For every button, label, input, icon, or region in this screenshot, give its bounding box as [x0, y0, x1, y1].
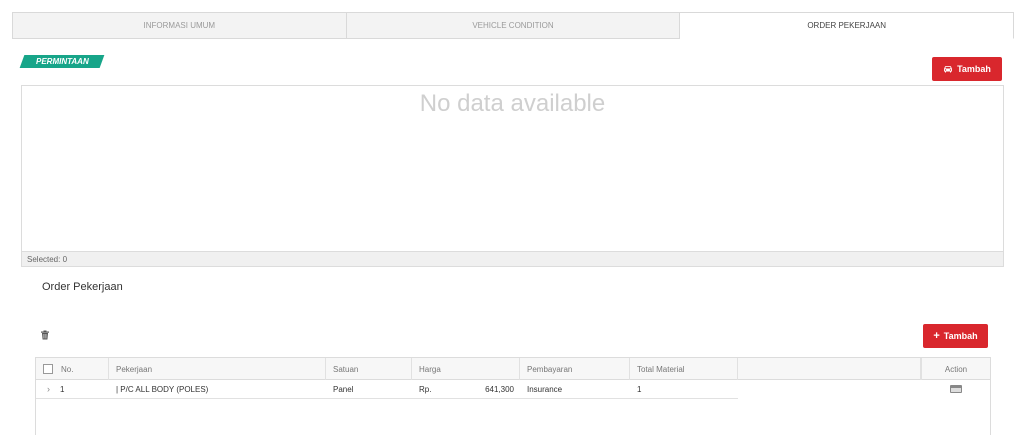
order-pekerjaan-title: Order Pekerjaan	[42, 281, 123, 293]
tab-bar: INFORMASI UMUM VEHICLE CONDITION ORDER P…	[12, 12, 1015, 39]
header-spacer	[738, 358, 921, 380]
header-total-material[interactable]: Total Material	[630, 358, 738, 380]
add-permintaan-button[interactable]: Tambah	[932, 57, 1002, 81]
selected-count: Selected: 0	[22, 251, 1003, 266]
no-data-message: No data available	[419, 90, 606, 117]
header-no-label: No.	[61, 364, 74, 374]
order-grid-header: No. Pekerjaan Satuan Harga Pembayaran To…	[36, 358, 990, 380]
select-all-checkbox[interactable]	[43, 364, 53, 374]
permintaan-label-text: PERMINTAAN	[35, 57, 89, 66]
add-permintaan-label: Tambah	[957, 64, 991, 74]
table-row[interactable]: › 1 | P/C ALL BODY (POLES) Panel Rp. 641…	[36, 380, 990, 398]
calculator-icon[interactable]	[949, 385, 962, 393]
trash-icon[interactable]	[40, 330, 50, 340]
row-total-material: 1	[637, 384, 642, 394]
order-grid: No. Pekerjaan Satuan Harga Pembayaran To…	[35, 357, 991, 435]
add-order-button[interactable]: + Tambah	[923, 324, 988, 348]
row-pekerjaan: | P/C ALL BODY (POLES)	[116, 384, 209, 394]
car-icon	[944, 66, 953, 73]
tab-order-pekerjaan[interactable]: ORDER PEKERJAAN	[680, 12, 1015, 39]
plus-icon: +	[933, 329, 940, 342]
header-pembayaran[interactable]: Pembayaran	[520, 358, 630, 380]
header-no: No.	[36, 358, 109, 380]
tab-vehicle-condition[interactable]: VEHICLE CONDITION	[346, 12, 681, 39]
row-no: 1	[60, 384, 65, 394]
add-order-label: Tambah	[943, 331, 978, 341]
header-action: Action	[921, 358, 990, 380]
tab-informasi-umum[interactable]: INFORMASI UMUM	[12, 12, 347, 39]
row-satuan: Panel	[333, 384, 354, 394]
row-harga: 641,300	[485, 384, 514, 394]
permintaan-label: PERMINTAAN	[19, 55, 105, 68]
row-divider	[36, 398, 738, 399]
header-harga[interactable]: Harga	[412, 358, 520, 380]
row-action	[921, 380, 990, 398]
row-currency: Rp.	[419, 384, 432, 394]
header-satuan[interactable]: Satuan	[326, 358, 412, 380]
header-pekerjaan[interactable]: Pekerjaan	[109, 358, 326, 380]
permintaan-grid: No data available Selected: 0	[21, 85, 1004, 267]
chevron-right-icon[interactable]: ›	[47, 384, 50, 394]
row-pembayaran: Insurance	[527, 384, 563, 394]
row-no-cell: › 1	[40, 380, 109, 398]
